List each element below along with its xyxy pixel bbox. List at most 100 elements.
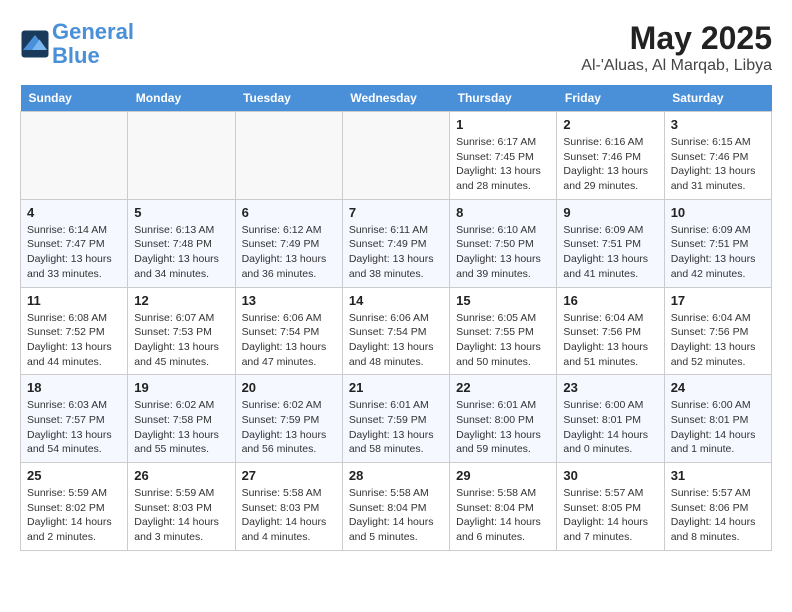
day-detail: Sunrise: 5:58 AM Sunset: 8:04 PM Dayligh… <box>349 486 443 545</box>
calendar-cell <box>342 112 449 200</box>
day-detail: Sunrise: 6:13 AM Sunset: 7:48 PM Dayligh… <box>134 223 228 282</box>
day-number: 25 <box>27 468 121 483</box>
logo-general: General <box>52 19 134 44</box>
calendar-cell: 27 Sunrise: 5:58 AM Sunset: 8:03 PM Dayli… <box>235 463 342 551</box>
calendar-cell: 1 Sunrise: 6:17 AM Sunset: 7:45 PM Daylig… <box>450 112 557 200</box>
weekday-header-row: SundayMondayTuesdayWednesdayThursdayFrid… <box>21 85 772 112</box>
day-number: 12 <box>134 293 228 308</box>
day-number: 31 <box>671 468 765 483</box>
calendar-cell: 4 Sunrise: 6:14 AM Sunset: 7:47 PM Daylig… <box>21 199 128 287</box>
day-detail: Sunrise: 6:06 AM Sunset: 7:54 PM Dayligh… <box>349 311 443 370</box>
calendar-week-row: 11 Sunrise: 6:08 AM Sunset: 7:52 PM Dayli… <box>21 287 772 375</box>
day-detail: Sunrise: 6:02 AM Sunset: 7:59 PM Dayligh… <box>242 398 336 457</box>
calendar-cell: 14 Sunrise: 6:06 AM Sunset: 7:54 PM Dayli… <box>342 287 449 375</box>
day-number: 10 <box>671 205 765 220</box>
day-detail: Sunrise: 6:10 AM Sunset: 7:50 PM Dayligh… <box>456 223 550 282</box>
day-number: 22 <box>456 380 550 395</box>
day-number: 24 <box>671 380 765 395</box>
calendar-cell: 25 Sunrise: 5:59 AM Sunset: 8:02 PM Dayli… <box>21 463 128 551</box>
calendar-cell: 11 Sunrise: 6:08 AM Sunset: 7:52 PM Dayli… <box>21 287 128 375</box>
title-block: May 2025 Al-'Aluas, Al Marqab, Libya <box>581 20 772 75</box>
calendar-cell: 10 Sunrise: 6:09 AM Sunset: 7:51 PM Dayli… <box>664 199 771 287</box>
page-header: General Blue May 2025 Al-'Aluas, Al Marq… <box>20 20 772 75</box>
weekday-header: Saturday <box>664 85 771 112</box>
calendar-cell: 23 Sunrise: 6:00 AM Sunset: 8:01 PM Dayli… <box>557 375 664 463</box>
calendar-cell: 20 Sunrise: 6:02 AM Sunset: 7:59 PM Dayli… <box>235 375 342 463</box>
day-number: 26 <box>134 468 228 483</box>
day-number: 2 <box>563 117 657 132</box>
day-number: 29 <box>456 468 550 483</box>
day-detail: Sunrise: 6:04 AM Sunset: 7:56 PM Dayligh… <box>563 311 657 370</box>
day-number: 23 <box>563 380 657 395</box>
day-number: 30 <box>563 468 657 483</box>
calendar-week-row: 18 Sunrise: 6:03 AM Sunset: 7:57 PM Dayli… <box>21 375 772 463</box>
day-number: 1 <box>456 117 550 132</box>
location-title: Al-'Aluas, Al Marqab, Libya <box>581 57 772 75</box>
day-number: 7 <box>349 205 443 220</box>
day-detail: Sunrise: 6:02 AM Sunset: 7:58 PM Dayligh… <box>134 398 228 457</box>
calendar-cell: 26 Sunrise: 5:59 AM Sunset: 8:03 PM Dayli… <box>128 463 235 551</box>
day-number: 27 <box>242 468 336 483</box>
calendar-week-row: 4 Sunrise: 6:14 AM Sunset: 7:47 PM Daylig… <box>21 199 772 287</box>
logo-text: General Blue <box>52 20 134 68</box>
calendar-cell: 3Sunrise: 6:15 AM Sunset: 7:46 PM Daylig… <box>664 112 771 200</box>
calendar-cell: 5 Sunrise: 6:13 AM Sunset: 7:48 PM Daylig… <box>128 199 235 287</box>
month-title: May 2025 <box>581 20 772 57</box>
calendar-cell <box>128 112 235 200</box>
weekday-header: Sunday <box>21 85 128 112</box>
calendar-cell: 19 Sunrise: 6:02 AM Sunset: 7:58 PM Dayli… <box>128 375 235 463</box>
calendar-cell: 8 Sunrise: 6:10 AM Sunset: 7:50 PM Daylig… <box>450 199 557 287</box>
day-detail: Sunrise: 6:04 AM Sunset: 7:56 PM Dayligh… <box>671 311 765 370</box>
day-detail: Sunrise: 6:15 AM Sunset: 7:46 PM Dayligh… <box>671 135 765 194</box>
day-detail: Sunrise: 6:06 AM Sunset: 7:54 PM Dayligh… <box>242 311 336 370</box>
calendar-cell: 24 Sunrise: 6:00 AM Sunset: 8:01 PM Dayli… <box>664 375 771 463</box>
day-number: 28 <box>349 468 443 483</box>
day-detail: Sunrise: 5:59 AM Sunset: 8:03 PM Dayligh… <box>134 486 228 545</box>
logo-icon <box>20 29 50 59</box>
weekday-header: Thursday <box>450 85 557 112</box>
calendar-cell: 13 Sunrise: 6:06 AM Sunset: 7:54 PM Dayli… <box>235 287 342 375</box>
day-detail: Sunrise: 6:00 AM Sunset: 8:01 PM Dayligh… <box>563 398 657 457</box>
weekday-header: Friday <box>557 85 664 112</box>
day-detail: Sunrise: 6:09 AM Sunset: 7:51 PM Dayligh… <box>671 223 765 282</box>
day-detail: Sunrise: 6:05 AM Sunset: 7:55 PM Dayligh… <box>456 311 550 370</box>
day-detail: Sunrise: 5:57 AM Sunset: 8:05 PM Dayligh… <box>563 486 657 545</box>
day-number: 13 <box>242 293 336 308</box>
calendar-week-row: 1 Sunrise: 6:17 AM Sunset: 7:45 PM Daylig… <box>21 112 772 200</box>
day-number: 15 <box>456 293 550 308</box>
calendar-cell: 6Sunrise: 6:12 AM Sunset: 7:49 PM Daylig… <box>235 199 342 287</box>
calendar-cell: 28 Sunrise: 5:58 AM Sunset: 8:04 PM Dayli… <box>342 463 449 551</box>
day-number: 4 <box>27 205 121 220</box>
day-detail: Sunrise: 6:01 AM Sunset: 7:59 PM Dayligh… <box>349 398 443 457</box>
day-number: 5 <box>134 205 228 220</box>
weekday-header: Tuesday <box>235 85 342 112</box>
day-detail: Sunrise: 5:59 AM Sunset: 8:02 PM Dayligh… <box>27 486 121 545</box>
day-number: 6 <box>242 205 336 220</box>
day-number: 20 <box>242 380 336 395</box>
day-detail: Sunrise: 6:17 AM Sunset: 7:45 PM Dayligh… <box>456 135 550 194</box>
day-number: 8 <box>456 205 550 220</box>
calendar-cell: 30 Sunrise: 5:57 AM Sunset: 8:05 PM Dayli… <box>557 463 664 551</box>
day-number: 19 <box>134 380 228 395</box>
day-number: 21 <box>349 380 443 395</box>
calendar-table: SundayMondayTuesdayWednesdayThursdayFrid… <box>20 85 772 551</box>
day-number: 18 <box>27 380 121 395</box>
calendar-cell: 2Sunrise: 6:16 AM Sunset: 7:46 PM Daylig… <box>557 112 664 200</box>
calendar-cell: 21 Sunrise: 6:01 AM Sunset: 7:59 PM Dayli… <box>342 375 449 463</box>
calendar-cell: 15 Sunrise: 6:05 AM Sunset: 7:55 PM Dayli… <box>450 287 557 375</box>
calendar-cell: 22Sunrise: 6:01 AM Sunset: 8:00 PM Dayli… <box>450 375 557 463</box>
day-detail: Sunrise: 6:00 AM Sunset: 8:01 PM Dayligh… <box>671 398 765 457</box>
day-detail: Sunrise: 6:14 AM Sunset: 7:47 PM Dayligh… <box>27 223 121 282</box>
calendar-cell: 7Sunrise: 6:11 AM Sunset: 7:49 PM Daylig… <box>342 199 449 287</box>
day-detail: Sunrise: 6:08 AM Sunset: 7:52 PM Dayligh… <box>27 311 121 370</box>
day-detail: Sunrise: 5:57 AM Sunset: 8:06 PM Dayligh… <box>671 486 765 545</box>
weekday-header: Monday <box>128 85 235 112</box>
day-detail: Sunrise: 5:58 AM Sunset: 8:04 PM Dayligh… <box>456 486 550 545</box>
day-detail: Sunrise: 6:03 AM Sunset: 7:57 PM Dayligh… <box>27 398 121 457</box>
day-detail: Sunrise: 5:58 AM Sunset: 8:03 PM Dayligh… <box>242 486 336 545</box>
day-number: 14 <box>349 293 443 308</box>
calendar-cell: 16 Sunrise: 6:04 AM Sunset: 7:56 PM Dayli… <box>557 287 664 375</box>
day-number: 9 <box>563 205 657 220</box>
day-number: 11 <box>27 293 121 308</box>
day-number: 16 <box>563 293 657 308</box>
